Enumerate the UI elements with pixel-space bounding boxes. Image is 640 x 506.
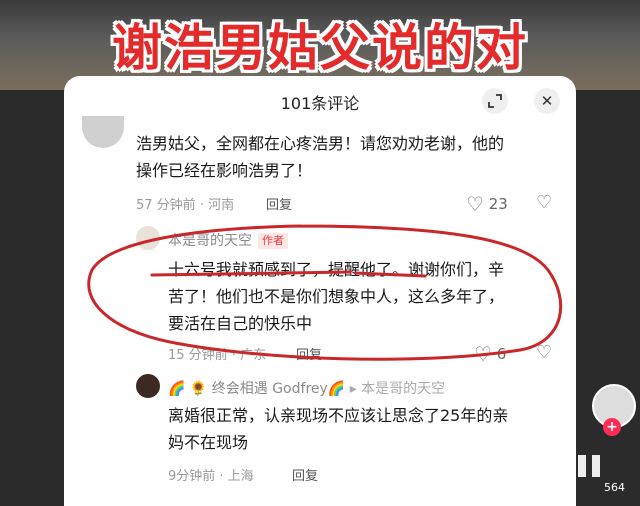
- follow-plus-icon[interactable]: +: [603, 418, 621, 436]
- annotation-underline: [150, 270, 352, 277]
- rail-count: 564: [604, 481, 625, 494]
- annotation-ellipse: [87, 224, 563, 361]
- annotation-underline: [353, 271, 427, 278]
- red-annotation-drawing: [87, 224, 563, 361]
- pause-icon[interactable]: [578, 455, 628, 479]
